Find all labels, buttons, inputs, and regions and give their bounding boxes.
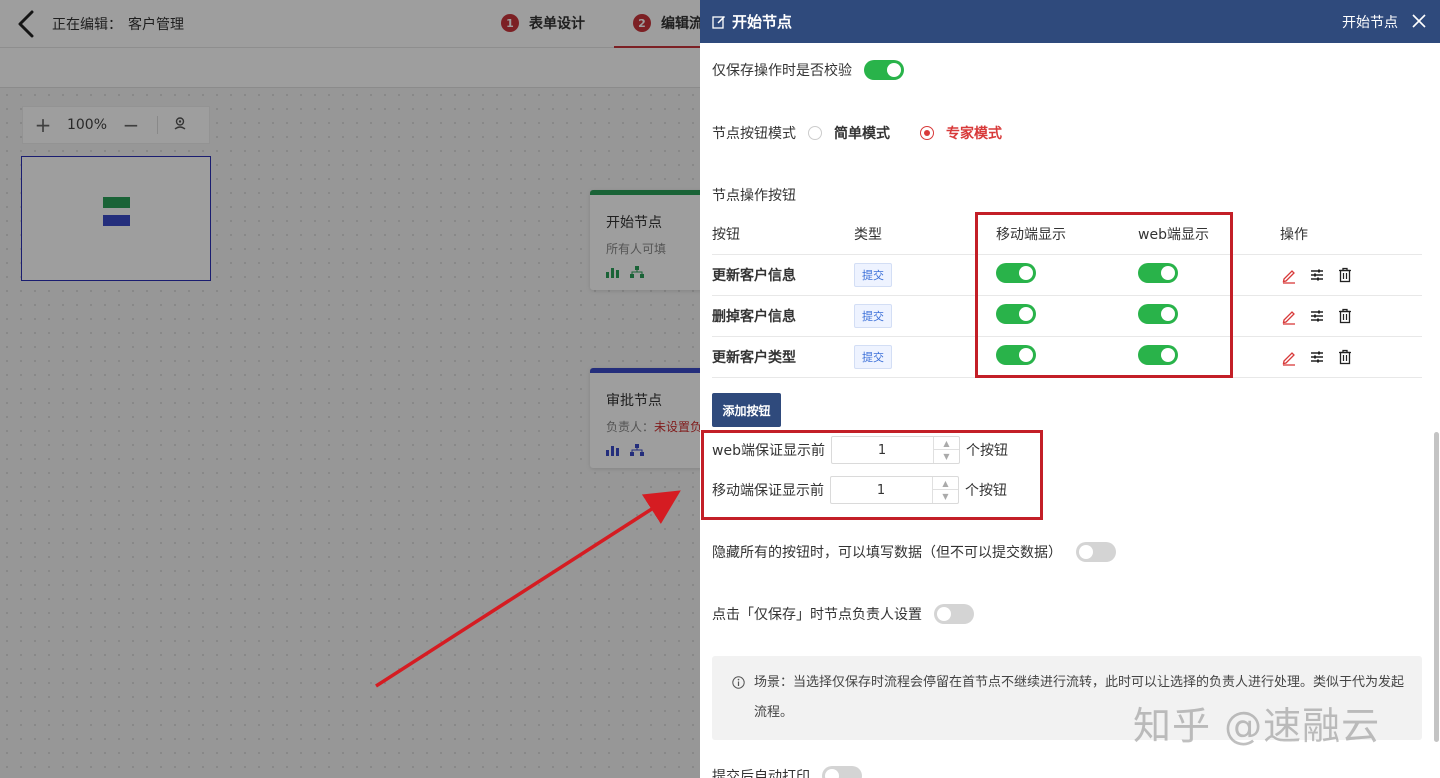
buttons-table: 按钮 类型 移动端显示 web端显示 操作 更新客户信息 提交 删掉客户信息 提… (712, 214, 1422, 378)
web-min-input[interactable] (831, 437, 932, 463)
table-row: 删掉客户信息 提交 (712, 296, 1422, 337)
radio-simple[interactable] (808, 126, 822, 140)
mobile-min-label: 移动端保证显示前 (712, 483, 824, 499)
auto-print-setting: 提交后自动打印 (712, 766, 862, 778)
button-name: 更新客户类型 (712, 350, 796, 366)
type-tag: 提交 (854, 345, 892, 369)
close-icon[interactable] (1408, 10, 1430, 32)
add-button[interactable]: 添加按钮 (712, 393, 781, 427)
unit-suffix: 个按钮 (965, 483, 1007, 499)
col-header-mobile: 移动端显示 (996, 227, 1066, 243)
scenario-note: 场景：当选择仅保存时流程会停留在首节点不继续进行流转，此时可以让选择的负责人进行… (712, 656, 1422, 740)
button-name: 删掉客户信息 (712, 309, 796, 325)
auto-print-label: 提交后自动打印 (712, 769, 810, 778)
col-header-type: 类型 (854, 227, 882, 243)
hide-all-buttons-setting: 隐藏所有的按钮时，可以填写数据（但不可以提交数据） (712, 542, 1116, 562)
mode-option-simple[interactable]: 简单模式 (808, 123, 890, 143)
col-header-web: web端显示 (1138, 227, 1209, 243)
type-tag: 提交 (854, 263, 892, 287)
increment-button[interactable]: ▲ (933, 437, 959, 450)
web-display-toggle[interactable] (1138, 263, 1178, 283)
mode-option-label: 专家模式 (946, 126, 1002, 142)
edit-pencil-icon[interactable] (1280, 266, 1298, 284)
edit-pencil-icon[interactable] (1280, 307, 1298, 325)
info-icon (732, 676, 745, 689)
note-text: 场景：当选择仅保存时流程会停留在首节点不继续进行流转，此时可以让选择的负责人进行… (754, 675, 1405, 720)
unit-suffix: 个按钮 (965, 443, 1008, 459)
type-tag: 提交 (854, 304, 892, 328)
settings-sliders-icon[interactable] (1308, 266, 1326, 284)
mobile-display-toggle[interactable] (996, 345, 1036, 365)
drawer-scrollbar[interactable] (1434, 432, 1439, 742)
save-owner-setting: 点击「仅保存」时节点负责人设置 (712, 604, 974, 624)
mode-option-label: 简单模式 (834, 126, 890, 142)
ops-label: 节点操作按钮 (712, 188, 796, 204)
decrement-button[interactable]: ▼ (934, 450, 959, 463)
mode-label: 节点按钮模式 (712, 126, 796, 142)
mobile-min-stepper: ▲▼ (830, 476, 959, 504)
edit-icon (712, 15, 726, 29)
drawer-header: 开始节点 开始节点 (700, 0, 1440, 43)
ops-section-title: 节点操作按钮 (712, 185, 796, 205)
node-settings-drawer: 开始节点 开始节点 仅保存操作时是否校验 节点按钮模式 简单模式 专家模式 节点… (700, 0, 1440, 778)
mobile-min-buttons-setting: 移动端保证显示前 ▲▼ 个按钮 (712, 476, 1007, 504)
save-owner-toggle[interactable] (934, 604, 974, 624)
stepper-buttons: ▲ ▼ (932, 437, 959, 463)
decrement-button[interactable]: ▼ (933, 490, 958, 503)
col-header-button: 按钮 (712, 227, 740, 243)
hide-all-label: 隐藏所有的按钮时，可以填写数据（但不可以提交数据） (712, 545, 1062, 561)
radio-expert[interactable] (920, 126, 934, 140)
web-min-stepper: ▲▼ (830, 436, 960, 464)
mobile-display-toggle[interactable] (996, 263, 1036, 283)
table-header: 按钮 类型 移动端显示 web端显示 操作 (712, 214, 1422, 255)
mobile-min-input[interactable] (831, 477, 931, 503)
save-owner-label: 点击「仅保存」时节点负责人设置 (712, 607, 922, 623)
col-header-actions: 操作 (1280, 227, 1308, 243)
table-row: 更新客户信息 提交 (712, 255, 1422, 296)
delete-trash-icon[interactable] (1336, 307, 1354, 325)
row-actions (1280, 307, 1422, 325)
edit-pencil-icon[interactable] (1280, 348, 1298, 366)
table-row: 更新客户类型 提交 (712, 337, 1422, 378)
row-actions (1280, 266, 1422, 284)
increment-button[interactable]: ▲ (933, 477, 958, 490)
web-min-buttons-setting: web端保证显示前 ▲▼ 个按钮 (712, 436, 1008, 464)
web-min-label: web端保证显示前 (712, 443, 825, 459)
mode-option-expert[interactable]: 专家模式 (920, 123, 1002, 143)
drawer-node-name: 开始节点 (1342, 15, 1398, 31)
hide-all-toggle[interactable] (1076, 542, 1116, 562)
button-mode-setting: 节点按钮模式 简单模式 专家模式 (712, 123, 1002, 143)
web-display-toggle[interactable] (1138, 304, 1178, 324)
stepper-buttons: ▲ ▼ (932, 477, 958, 503)
validate-toggle[interactable] (864, 60, 904, 80)
mobile-display-toggle[interactable] (996, 304, 1036, 324)
delete-trash-icon[interactable] (1336, 266, 1354, 284)
modal-overlay[interactable] (0, 0, 700, 778)
auto-print-toggle[interactable] (822, 766, 862, 778)
settings-sliders-icon[interactable] (1308, 348, 1326, 366)
web-display-toggle[interactable] (1138, 345, 1178, 365)
delete-trash-icon[interactable] (1336, 348, 1354, 366)
row-actions (1280, 348, 1422, 366)
validate-label: 仅保存操作时是否校验 (712, 63, 852, 79)
drawer-title: 开始节点 (732, 13, 793, 31)
validate-setting: 仅保存操作时是否校验 (712, 60, 904, 80)
settings-sliders-icon[interactable] (1308, 307, 1326, 325)
button-name: 更新客户信息 (712, 268, 796, 284)
